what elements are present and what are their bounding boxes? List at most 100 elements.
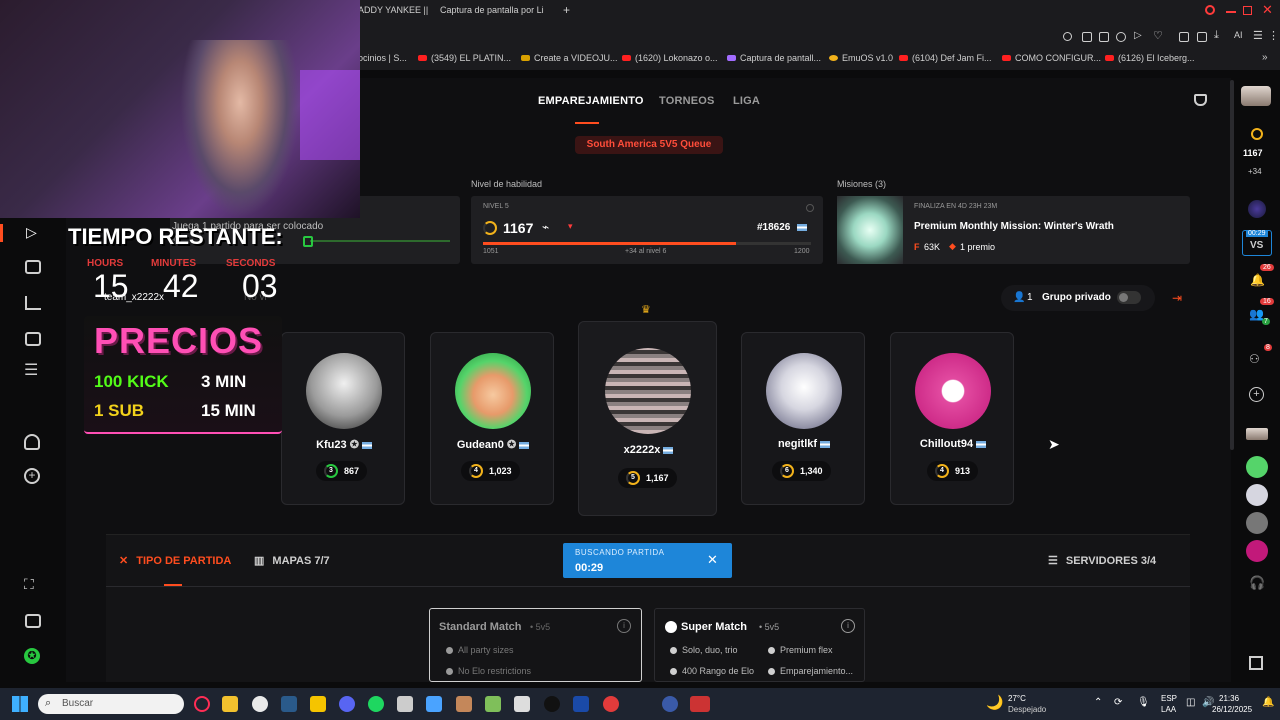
player-card[interactable]: Kfu23 ✪ 3 867 [281,332,405,505]
friend-avatar[interactable] [1246,540,1268,562]
game-icon[interactable] [485,696,501,712]
tray-chevron-icon[interactable]: ⌃ [1094,697,1102,708]
heart-icon[interactable]: ♡ [1153,29,1163,42]
tab-mapas[interactable]: ▥ MAPAS 7/7 [254,554,330,568]
mission-card[interactable]: FINALIZA EN 4D 23H 23M Premium Monthly M… [837,196,1190,264]
windows-start-icon[interactable] [12,696,28,712]
searching-banner[interactable]: BUSCANDO PARTIDA 00:29 ✕ [563,543,732,578]
notes-icon[interactable] [426,696,442,712]
chevron-down-icon[interactable]: ▾ [568,221,573,232]
game-icon[interactable] [456,696,472,712]
file-explorer-icon[interactable] [222,696,238,712]
bookmark-item[interactable]: COMO CONFIGUR... [1002,53,1101,63]
cancel-search-icon[interactable]: ✕ [707,552,718,568]
discord-icon[interactable] [339,696,355,712]
user-avatar[interactable] [1241,86,1271,106]
close-icon[interactable]: ✕ [1262,2,1273,18]
app-icon[interactable] [310,696,326,712]
bookmark-item[interactable]: (3549) EL PLATIN... [418,53,511,63]
share-icon[interactable] [1197,32,1207,42]
tray-sync-icon[interactable]: ⟳ [1114,697,1122,708]
bookmark-item[interactable]: (6126) El Iceberg... [1105,53,1195,63]
support-icon[interactable]: 🎧 [1249,575,1265,591]
bookmark-item[interactable]: Captura de pantall... [727,53,821,63]
info-icon[interactable]: i [617,619,631,633]
friend-avatar[interactable] [1246,428,1268,440]
friend-avatar[interactable] [1246,512,1268,534]
skill-card[interactable]: NIVEL 5 1167 ⌁ ▾ #18626 1051 +34 al nive… [471,196,823,264]
queue-badge[interactable]: South America 5V5 Queue [575,136,723,154]
bookmark-item[interactable]: EmuOS v1.0 [829,53,893,63]
app-icon[interactable] [690,696,710,712]
info-icon[interactable] [806,204,814,212]
bookmark-item[interactable]: (1620) Lokonazo o... [622,53,718,63]
video-icon[interactable] [25,332,41,346]
opera-icon[interactable] [194,696,210,712]
more-icon[interactable]: ⋮ [1268,29,1279,42]
bookmarks-more-icon[interactable]: » [1262,52,1268,63]
tab-emparejamiento[interactable]: EMPAREJAMIENTO [538,95,644,107]
bookmark-item[interactable]: ocinios | S... [358,53,407,63]
leave-icon[interactable]: ⇥ [1172,291,1182,305]
minimize-icon[interactable] [1226,11,1236,13]
tab-servidores[interactable]: ☰ SERVIDORES 3/4 [1048,554,1156,568]
friend-avatar[interactable] [1246,484,1268,506]
download-icon[interactable]: ⤓ [1214,29,1219,42]
tab-torneos[interactable]: TORNEOS [659,95,715,107]
tab-tipo-de-partida[interactable]: ✕ TIPO DE PARTIDA [119,554,231,568]
player-card[interactable]: Chillout94 4 913 [890,332,1014,505]
new-tab-icon[interactable]: + [563,3,570,17]
search-icon[interactable] [1205,5,1215,15]
tab-screenshot[interactable]: Captura de pantalla por Li [440,5,544,15]
friend-avatar[interactable] [1246,456,1268,478]
notifications-icon[interactable]: 🔔 [1262,697,1274,708]
shield-icon[interactable] [1116,32,1126,42]
chart-icon[interactable] [25,296,41,310]
app-icon[interactable] [544,696,560,712]
info-icon[interactable]: i [841,619,855,633]
maximize-icon[interactable] [1243,6,1252,15]
add-icon[interactable]: + [24,468,40,484]
app-icon[interactable] [662,696,678,712]
play-icon[interactable]: ▷ [1134,30,1142,41]
premium-icon[interactable]: ✪ [24,648,40,664]
cart-icon[interactable] [1194,94,1207,106]
standard-match-card[interactable]: Standard Match • 5v5 i All party sizes N… [429,608,642,682]
taskbar-search[interactable]: ⌕ Buscar [38,694,184,714]
add-friend-icon[interactable]: + [1249,387,1264,402]
mic-icon[interactable]: 🎙 [1137,697,1150,708]
lang-label[interactable]: ESP [1161,694,1177,703]
bookmark-item[interactable]: (6104) Def Jam Fi... [899,53,992,63]
tab-music[interactable]: ADDY YANKEE || [358,5,428,15]
app-icon[interactable] [397,696,413,712]
scrollbar[interactable] [1230,80,1234,450]
network-icon[interactable]: ◫ [1186,697,1195,708]
app-icon[interactable] [603,696,619,712]
steam-icon[interactable] [281,696,297,712]
party-icon[interactable]: ⚇ [1249,352,1260,366]
ai-button[interactable]: AI [1234,30,1243,40]
fullscreen-icon[interactable]: ⛶ [24,576,34,593]
private-toggle[interactable] [1117,291,1141,304]
spotify-icon[interactable] [368,696,384,712]
super-match-card[interactable]: Super Match • 5v5 i Solo, duo, trio Prem… [654,608,865,682]
match-timer-widget[interactable]: 00:29 VS [1242,230,1272,256]
clock-time[interactable]: 21:36 [1219,694,1239,703]
bookmark-item[interactable]: Create a VIDEOJU... [521,53,618,63]
bell-icon[interactable]: 🔔 [1250,273,1265,287]
play-nav-icon[interactable]: ▷ [26,224,37,241]
shield-icon[interactable] [573,696,589,712]
list-icon[interactable]: ☰ [24,360,38,380]
extensions-icon[interactable] [1179,32,1189,42]
tab-liga[interactable]: LIGA [733,95,760,107]
zoom-icon[interactable] [1063,32,1072,41]
menu-icon[interactable]: ☰ [1253,29,1263,42]
stats-icon[interactable] [25,260,41,274]
briefcase-icon[interactable] [25,614,41,628]
club-icon[interactable] [1248,200,1266,218]
player-card-self[interactable]: x2222x 5 1,167 [578,321,717,516]
faceit-icon[interactable] [1249,656,1263,670]
chrome-icon[interactable] [252,696,268,712]
install-icon[interactable] [1082,32,1092,42]
player-card[interactable]: negitlkf 6 1,340 [741,332,865,505]
